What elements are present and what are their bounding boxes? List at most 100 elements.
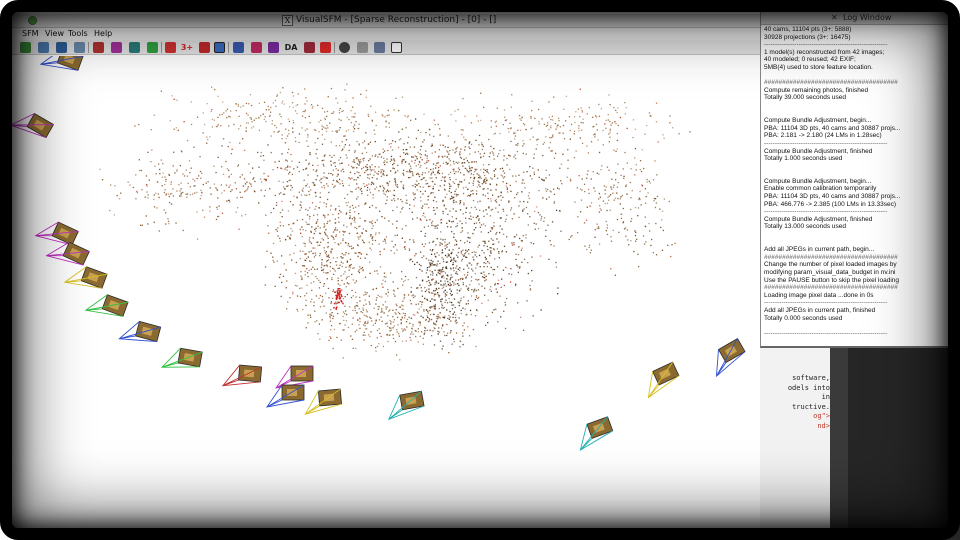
point-cloud-point <box>438 189 440 191</box>
point-cloud-point <box>373 307 375 309</box>
sparse-reconstruction-viewport[interactable] <box>0 56 760 540</box>
menu-tools[interactable]: Tools <box>68 29 88 38</box>
point-cloud-point <box>390 146 392 148</box>
point-cloud-point <box>477 120 479 122</box>
folder-icon[interactable] <box>74 42 85 53</box>
bundle-icon[interactable] <box>304 42 315 53</box>
point-cloud-point <box>491 311 494 314</box>
camera-frustum[interactable] <box>221 364 263 389</box>
camera-frustum[interactable] <box>303 388 343 415</box>
pause-icon[interactable] <box>320 42 331 53</box>
point-cloud-point <box>302 308 304 311</box>
point-cloud-point <box>362 334 364 336</box>
camera-frustum[interactable] <box>639 361 682 399</box>
camera-frustum[interactable] <box>705 338 748 378</box>
point-cloud-point <box>478 254 481 257</box>
camera-frustum[interactable] <box>63 262 108 295</box>
point-cloud-point <box>549 141 552 144</box>
menu-sfm[interactable]: SFM <box>22 29 39 38</box>
window-close-dot-icon[interactable] <box>28 16 37 25</box>
log-window-title-bar[interactable]: ✕ Log Window <box>761 12 949 25</box>
point-cloud-point <box>479 209 481 211</box>
point-cloud-point <box>449 187 451 190</box>
point-cloud-point <box>407 142 409 144</box>
point-cloud-point <box>620 174 622 177</box>
point-cloud-point <box>176 170 178 172</box>
camera-frustum[interactable] <box>160 346 203 374</box>
gear-icon[interactable] <box>339 42 350 53</box>
save-icon[interactable] <box>56 42 67 53</box>
point-cloud-point <box>146 184 148 186</box>
camera-frustum[interactable] <box>573 416 615 451</box>
camera-frustum[interactable] <box>118 318 162 349</box>
point-cloud-point <box>339 322 341 325</box>
title-bar[interactable]: X VisualSFM - [Sparse Reconstruction] - … <box>0 14 760 28</box>
point-cloud-point <box>543 217 546 219</box>
camera-frustum[interactable] <box>84 290 129 323</box>
point-cloud-point <box>340 119 342 121</box>
point-cloud-point <box>337 102 339 104</box>
three-plus-button[interactable]: 3+ <box>180 42 194 53</box>
camera-frustum[interactable] <box>39 56 84 77</box>
color-icon[interactable] <box>147 42 158 53</box>
point-cloud-canvas[interactable] <box>0 56 760 540</box>
open-multi-icon[interactable] <box>38 42 49 53</box>
camera-frustum[interactable] <box>9 106 55 144</box>
point-cloud-point <box>362 270 364 272</box>
point-cloud-point <box>518 205 520 207</box>
sfm-icon[interactable] <box>214 42 225 53</box>
menu-view[interactable]: View <box>45 29 64 38</box>
point-cloud-point <box>366 316 369 318</box>
point-cloud-point <box>627 239 629 241</box>
camera-frustum[interactable] <box>266 384 305 408</box>
point-cloud-point <box>420 200 422 202</box>
point-cloud-point <box>485 209 487 211</box>
pair-match-icon[interactable] <box>93 42 104 53</box>
hand-icon[interactable] <box>357 42 368 53</box>
point-cloud-point <box>539 255 542 257</box>
point-cloud-point <box>354 124 356 126</box>
point-cloud-point <box>326 115 328 117</box>
point-cloud-point <box>258 166 260 168</box>
point-cloud-point <box>373 169 375 171</box>
point-cloud-point <box>445 266 447 268</box>
point-cloud-point <box>485 258 487 260</box>
point-cloud-point <box>440 231 442 233</box>
log-window[interactable]: ✕ Log Window 40 cams, 11104 pts (3+: 588… <box>760 12 949 348</box>
point-cloud-point <box>529 175 531 177</box>
point-cloud-point <box>494 284 496 286</box>
point-cloud-point <box>306 183 309 185</box>
camera-frustum[interactable] <box>385 390 425 421</box>
point-cloud-point <box>346 116 348 118</box>
feature-icon[interactable] <box>129 42 140 53</box>
point-cloud-point <box>394 199 396 202</box>
point-cloud-point <box>353 216 355 219</box>
point-cloud-point <box>270 106 272 109</box>
match-icon[interactable] <box>111 42 122 53</box>
point-cloud-point <box>311 273 313 275</box>
grid-icon[interactable] <box>199 42 210 53</box>
point-cloud-point <box>290 153 292 156</box>
window-icon[interactable] <box>391 42 402 53</box>
arrows-icon[interactable] <box>251 42 262 53</box>
open-icon[interactable] <box>20 42 31 53</box>
point-cloud-point <box>584 245 586 247</box>
point-cloud-point <box>228 186 230 188</box>
bundle-adjust-button[interactable]: DA <box>284 42 298 53</box>
point-cloud-point <box>320 181 322 184</box>
close-icon[interactable]: ✕ <box>831 13 838 22</box>
point-cloud-point <box>604 202 606 205</box>
point-cloud-point <box>358 226 360 228</box>
point-cloud-point <box>150 161 152 163</box>
point-cloud-point <box>423 139 425 141</box>
point-cloud-point <box>503 284 505 287</box>
fit-icon[interactable] <box>233 42 244 53</box>
point-cloud-point <box>462 249 464 251</box>
fly-icon[interactable] <box>268 42 279 53</box>
menu-help[interactable]: Help <box>94 29 112 38</box>
point-cloud-point <box>542 143 544 145</box>
point-cloud-point <box>358 160 360 163</box>
rotate-icon[interactable] <box>165 42 176 53</box>
settings-icon[interactable] <box>374 42 385 53</box>
point-cloud-point <box>410 333 412 335</box>
